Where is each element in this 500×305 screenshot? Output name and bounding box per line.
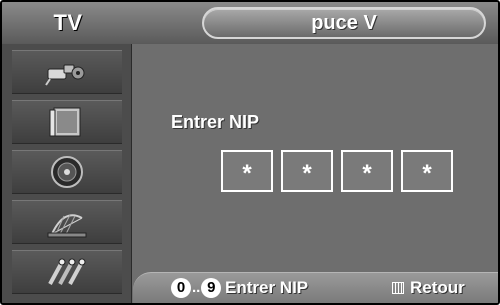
setup-tools-icon xyxy=(44,254,90,290)
sidebar-item-input[interactable] xyxy=(12,50,122,94)
pin-digit-1[interactable]: * xyxy=(221,150,273,192)
sidebar-item-sound[interactable] xyxy=(12,150,122,194)
range-separator: .. xyxy=(192,279,201,296)
picture-screen-icon xyxy=(44,104,90,140)
antenna-channel-icon xyxy=(44,204,90,240)
enter-pin-hint: Entrer NIP xyxy=(225,278,309,297)
digit-0-icon: 0 xyxy=(171,278,191,298)
footer-hint-bar: 0 .. 9 Entrer NIP Retour xyxy=(133,272,498,303)
sidebar-item-channel[interactable] xyxy=(12,200,122,244)
digit-9-icon: 9 xyxy=(201,278,222,298)
header-bar: TV puce V xyxy=(2,2,498,44)
return-hint[interactable]: Retour xyxy=(410,277,465,299)
pin-digit-2[interactable]: * xyxy=(281,150,333,192)
main-panel: Entrer NIP * * * * xyxy=(133,44,498,303)
menu-icon xyxy=(392,282,404,294)
menu-title: puce V xyxy=(202,7,486,39)
source-label: TV xyxy=(53,10,83,35)
sound-speaker-icon xyxy=(47,154,87,190)
sidebar-item-picture[interactable] xyxy=(12,100,122,144)
pin-digit-3[interactable]: * xyxy=(341,150,393,192)
input-plug-icon xyxy=(44,55,90,89)
tv-osd-window: TV puce V Entrer NIP * * * * 0 .. 9 Entr… xyxy=(0,0,500,305)
pin-prompt-label: Entrer NIP xyxy=(171,112,260,132)
number-keys-hint: 0 .. 9 xyxy=(171,277,222,299)
sidebar-item-setup[interactable] xyxy=(12,250,122,294)
sidebar-menu xyxy=(2,44,132,303)
pin-digit-4[interactable]: * xyxy=(401,150,453,192)
